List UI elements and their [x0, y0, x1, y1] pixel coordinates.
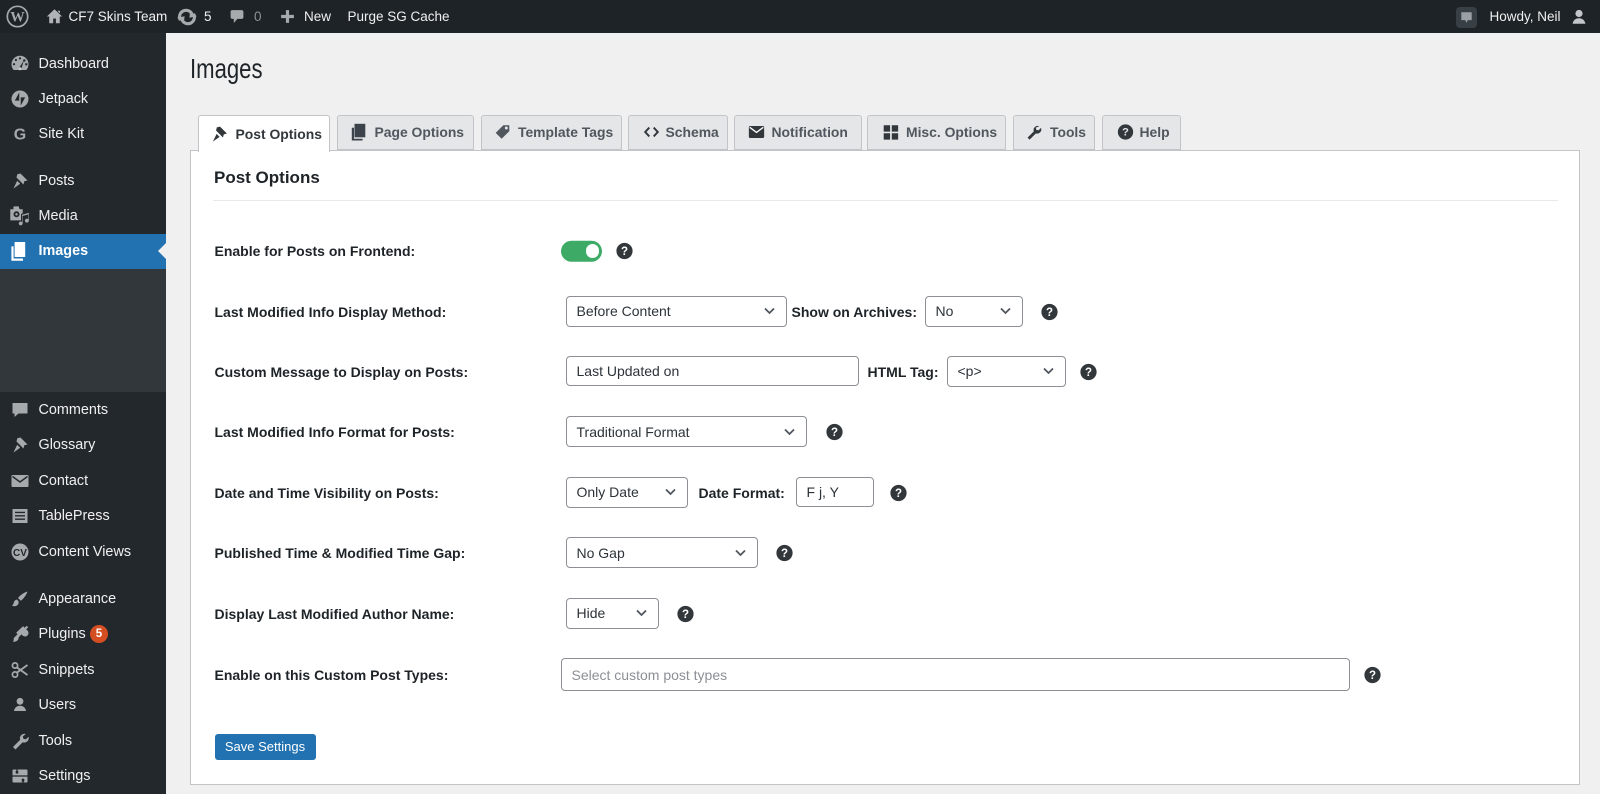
svg-text:CV: CV: [13, 547, 27, 558]
svg-text:?: ?: [1122, 127, 1129, 139]
svg-text:?: ?: [1084, 366, 1091, 378]
svg-text:?: ?: [894, 487, 901, 499]
svg-text:G: G: [14, 127, 26, 144]
svg-text:?: ?: [620, 246, 627, 258]
svg-text:?: ?: [681, 608, 688, 620]
svg-text:?: ?: [830, 427, 837, 439]
svg-text:?: ?: [780, 548, 787, 560]
svg-text:W: W: [10, 9, 25, 25]
svg-text:?: ?: [1045, 306, 1052, 318]
svg-text:?: ?: [1369, 669, 1376, 681]
